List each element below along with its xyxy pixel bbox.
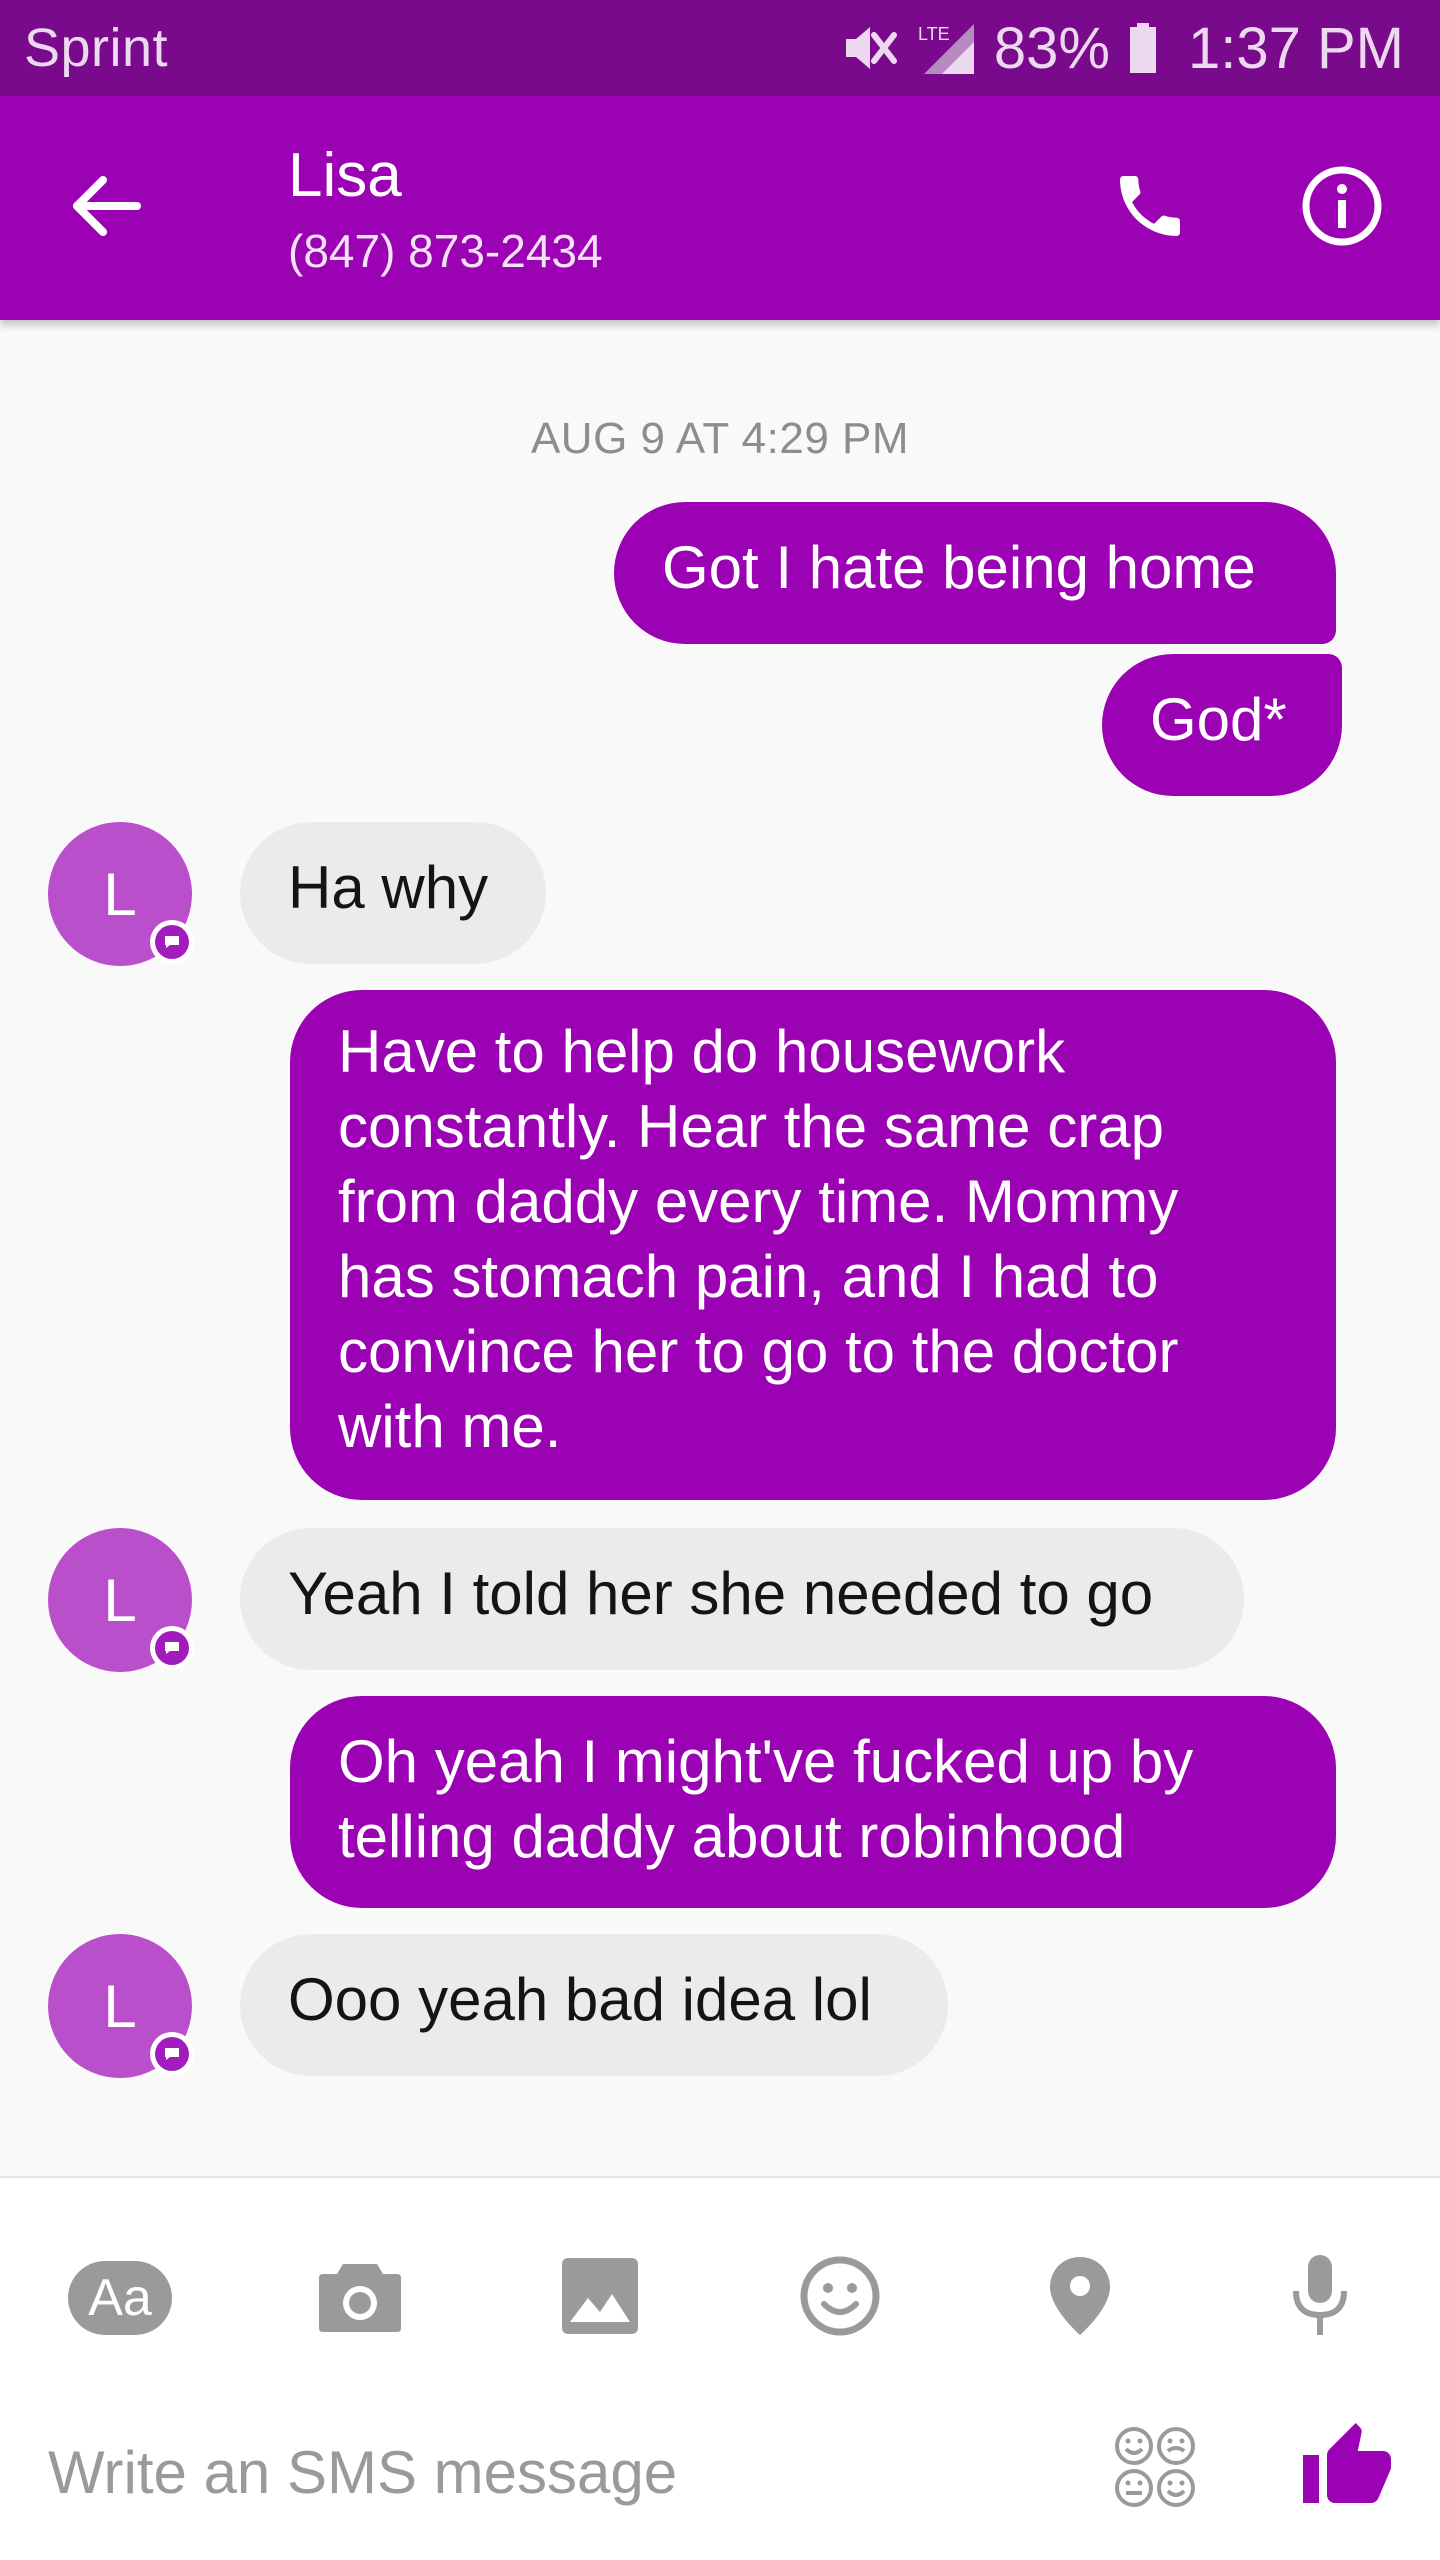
avatar-initial: L xyxy=(103,1566,137,1634)
contact-number: (847) 873-2434 xyxy=(288,225,603,277)
contact-name[interactable]: Lisa xyxy=(288,140,402,211)
battery-icon xyxy=(1128,21,1158,75)
clock: 1:37 PM xyxy=(1188,15,1404,81)
image-icon xyxy=(560,2256,640,2341)
avatar[interactable]: L xyxy=(48,1528,194,1672)
incoming-message[interactable]: Ha why xyxy=(240,822,546,964)
thumbs-up-icon xyxy=(1299,2419,1395,2520)
call-button[interactable] xyxy=(1090,148,1210,268)
emoji-icon xyxy=(798,2254,882,2343)
sticker-icon xyxy=(1113,2425,1197,2514)
gallery-button[interactable] xyxy=(530,2228,670,2368)
avatar[interactable]: L xyxy=(48,822,194,966)
outgoing-message[interactable]: Have to help do housework constantly. He… xyxy=(290,990,1336,1500)
text-format-icon: Aa xyxy=(68,2261,172,2335)
location-button[interactable] xyxy=(1010,2228,1150,2368)
outgoing-message[interactable]: Got I hate being home xyxy=(614,502,1336,644)
text-format-button[interactable]: Aa xyxy=(50,2228,190,2368)
composer: Aa xyxy=(0,2176,1440,2560)
carrier-name: Sprint xyxy=(24,18,169,78)
back-button[interactable] xyxy=(46,148,166,268)
microphone-icon xyxy=(1288,2253,1352,2344)
camera-icon xyxy=(317,2258,403,2339)
status-bar: Sprint LTE 83% 1:37 PM xyxy=(0,0,1440,96)
arrow-back-icon xyxy=(71,175,141,242)
outgoing-message[interactable]: Oh yeah I might've fucked up by telling … xyxy=(290,1696,1336,1908)
outgoing-message[interactable]: God* xyxy=(1102,654,1342,796)
message-thread[interactable]: AUG 9 AT 4:29 PM Got I hate being home G… xyxy=(0,320,1440,2176)
info-icon xyxy=(1300,164,1384,253)
incoming-message[interactable]: Yeah I told her she needed to go xyxy=(240,1528,1244,1670)
messenger-badge-icon xyxy=(150,1626,194,1670)
sms-input[interactable] xyxy=(48,2422,1068,2522)
like-button[interactable] xyxy=(1282,2404,1412,2534)
mute-icon xyxy=(840,21,898,75)
avatar-initial: L xyxy=(103,860,137,928)
network-type: LTE xyxy=(918,24,950,44)
messenger-badge-icon xyxy=(150,2032,194,2076)
avatar-initial: L xyxy=(103,1972,137,2040)
thread-timestamp: AUG 9 AT 4:29 PM xyxy=(530,414,910,463)
conversation-header: Lisa (847) 873-2434 xyxy=(0,96,1440,320)
sticker-button[interactable] xyxy=(1100,2414,1210,2524)
info-button[interactable] xyxy=(1282,148,1402,268)
voice-button[interactable] xyxy=(1250,2228,1390,2368)
incoming-message[interactable]: Ooo yeah bad idea lol xyxy=(240,1934,948,2076)
messenger-badge-icon xyxy=(150,920,194,964)
avatar[interactable]: L xyxy=(48,1934,194,2078)
phone-icon xyxy=(1110,166,1190,251)
status-icons: LTE 83% 1:37 PM xyxy=(840,15,1404,82)
lte-signal-icon: LTE xyxy=(916,20,976,76)
camera-button[interactable] xyxy=(290,2228,430,2368)
location-icon xyxy=(1048,2255,1112,2342)
emoji-button[interactable] xyxy=(770,2228,910,2368)
battery-percent: 83% xyxy=(993,15,1110,81)
